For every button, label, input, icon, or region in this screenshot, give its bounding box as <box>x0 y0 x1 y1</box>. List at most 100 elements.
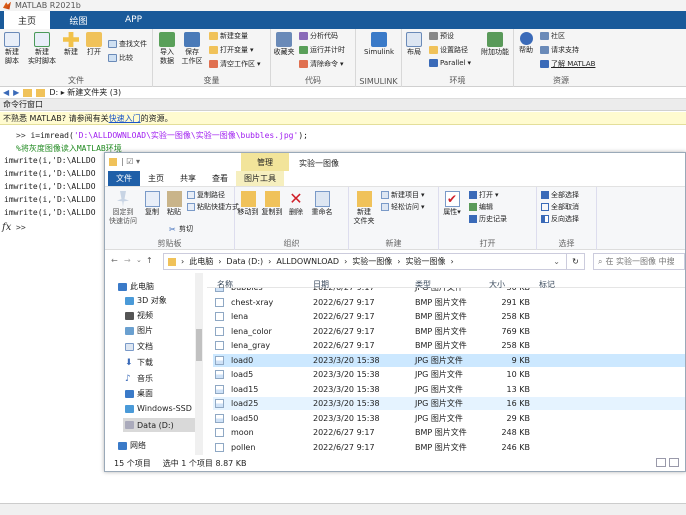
new-variable-button[interactable]: 新建变量 <box>209 31 248 41</box>
request-support-button[interactable]: 请求支持 <box>540 45 579 55</box>
easy-access-button[interactable]: 轻松访问 ▾ <box>381 202 425 212</box>
paste-button[interactable]: 粘贴 <box>165 191 183 217</box>
help-button[interactable]: 帮助 <box>516 32 536 55</box>
file-row[interactable]: load50 2023/3/20 15:38 JPG 图片文件 29 KB <box>213 412 685 425</box>
breadcrumb-item[interactable]: 实验一图像 <box>352 256 392 267</box>
file-row[interactable]: lena_color 2022/6/27 9:17 BMP 图片文件 769 KB <box>213 325 685 338</box>
details-view-icon[interactable] <box>656 458 666 467</box>
explorer-search-input[interactable]: ⌕ 在 实验一图像 中搜 <box>593 253 685 270</box>
tab-picture-tools[interactable]: 图片工具 <box>236 171 284 186</box>
refresh-button[interactable]: ↻ <box>567 253 585 270</box>
community-button[interactable]: 社区 <box>540 31 565 41</box>
nav-item-music[interactable]: ♪ 音乐 <box>125 373 153 384</box>
command-prompt[interactable]: >> <box>16 223 26 232</box>
forward-arrow-icon[interactable]: → <box>124 256 131 265</box>
file-row[interactable]: lena 2022/6/27 9:17 BMP 图片文件 258 KB <box>213 310 685 323</box>
large-icons-view-icon[interactable] <box>669 458 679 467</box>
clear-commands-button[interactable]: 清除命令 ▾ <box>299 59 344 69</box>
addons-button[interactable]: 附加功能 <box>480 32 510 57</box>
file-row[interactable]: load15 2023/3/20 15:38 JPG 图片文件 13 KB <box>213 383 685 396</box>
new-button[interactable]: 新建 <box>61 32 81 57</box>
tab-plots[interactable]: 绘图 <box>52 11 105 29</box>
nav-item-pictures[interactable]: 图片 <box>125 325 153 336</box>
nav-item-windows-ssd[interactable]: Windows-SSD <box>125 404 192 413</box>
nav-item-documents[interactable]: 文档 <box>125 341 153 352</box>
file-row[interactable]: pollen 2022/6/27 9:17 BMP 图片文件 246 KB <box>213 441 685 454</box>
copy-path-button[interactable]: 复制路径 <box>187 190 225 200</box>
open-button[interactable]: 打开 ▾ <box>469 190 499 200</box>
breadcrumb[interactable]: › 此电脑 › Data (D:) › ALLDOWNLOAD › 实验一图像 › 实验… <box>163 253 567 270</box>
run-and-time-button[interactable]: 运行并计时 <box>299 45 345 55</box>
copy-to-button[interactable]: 复制到 <box>261 191 283 217</box>
tab-apps[interactable]: APP <box>107 11 160 29</box>
nav-item-videos[interactable]: 视频 <box>125 310 153 321</box>
nav-item-network[interactable]: 网络 <box>118 440 146 451</box>
cut-button[interactable]: ✂ 剪切 <box>169 224 193 234</box>
nav-scrollbar-thumb[interactable] <box>196 329 202 361</box>
simulink-button[interactable]: Simulink <box>359 32 399 57</box>
copy-button[interactable]: 复制 <box>143 191 161 217</box>
file-row[interactable]: load25 2023/3/20 15:38 JPG 图片文件 16 KB <box>213 397 685 410</box>
learn-matlab-button[interactable]: 了解 MATLAB <box>540 59 595 69</box>
clear-workspace-button[interactable]: 清空工作区 ▾ <box>209 59 261 69</box>
properties-button[interactable]: ✔ 属性▾ <box>441 191 463 217</box>
new-folder-button[interactable]: 新建 文件夹 <box>351 191 377 226</box>
breadcrumb-item[interactable]: Data (D:) <box>226 257 263 266</box>
breadcrumb-item[interactable]: 此电脑 <box>189 256 213 267</box>
column-header-tags[interactable]: 标记 <box>539 279 555 290</box>
save-workspace-button[interactable]: 保存 工作区 <box>180 32 204 66</box>
preferences-button[interactable]: 预设 <box>429 31 454 41</box>
file-row[interactable]: load5 2023/3/20 15:38 JPG 图片文件 10 KB <box>213 368 685 381</box>
breadcrumb-item[interactable]: ALLDOWNLOAD <box>276 257 339 266</box>
quick-start-link[interactable]: 快速入门 <box>109 114 141 123</box>
file-row[interactable]: moon 2022/6/27 9:17 BMP 图片文件 248 KB <box>213 426 685 439</box>
address-dropdown-chevron-icon[interactable]: ⌄ <box>553 257 560 266</box>
new-live-script-button[interactable]: 新建 实时脚本 <box>26 32 58 66</box>
open-button[interactable]: 打开 <box>84 32 104 57</box>
invert-selection-button[interactable]: 反向选择 <box>541 214 579 224</box>
rename-button[interactable]: 重命名 <box>309 191 335 217</box>
nav-item-3d-objects[interactable]: 3D 对象 <box>125 295 167 306</box>
set-path-button[interactable]: 设置路径 <box>429 45 468 55</box>
column-header-type[interactable]: 类型 <box>415 279 431 290</box>
new-script-button[interactable]: 新建 脚本 <box>2 32 22 66</box>
nav-item-this-pc[interactable]: 此电脑 <box>118 281 154 292</box>
back-arrow-icon[interactable]: ← <box>111 256 118 265</box>
tab-view[interactable]: 查看 <box>204 171 236 186</box>
layout-button[interactable]: 布局 <box>404 32 424 57</box>
pin-quick-access-button[interactable]: 固定到 快速访问 <box>108 191 138 226</box>
select-all-button[interactable]: 全部选择 <box>541 190 579 200</box>
parallel-button[interactable]: Parallel ▾ <box>429 59 471 67</box>
compare-button[interactable]: 比较 <box>108 53 133 63</box>
up-folder-icon[interactable] <box>23 88 33 97</box>
recent-locations-chevron-icon[interactable]: ⌄ <box>136 256 142 264</box>
nav-item-downloads[interactable]: ⬇ 下载 <box>125 357 153 368</box>
open-variable-button[interactable]: 打开变量 ▾ <box>209 45 254 55</box>
breadcrumb-item[interactable]: 实验一图像 <box>405 256 445 267</box>
up-arrow-icon[interactable]: ↑ <box>146 256 153 265</box>
column-header-date[interactable]: 日期 <box>313 279 329 290</box>
tab-home[interactable]: 主页 <box>4 11 50 29</box>
file-row[interactable]: chest-xray 2022/6/27 9:17 BMP 图片文件 291 KB <box>213 296 685 309</box>
file-row[interactable]: load0 2023/3/20 15:38 JPG 图片文件 9 KB <box>213 353 685 367</box>
browse-folder-icon[interactable] <box>36 88 46 97</box>
tab-home[interactable]: 主页 <box>140 171 172 186</box>
import-data-button[interactable]: 导入 数据 <box>157 32 177 66</box>
nav-item-desktop[interactable]: 桌面 <box>125 388 153 399</box>
quick-access-toolbar[interactable]: | ☑ ▾ <box>121 157 140 166</box>
analyze-code-button[interactable]: 分析代码 <box>299 31 338 41</box>
tab-share[interactable]: 共享 <box>172 171 204 186</box>
column-header-size[interactable]: 大小 <box>489 279 505 290</box>
nav-item-data-drive[interactable]: Data (D:) <box>123 418 201 432</box>
nav-scrollbar[interactable] <box>195 273 203 455</box>
edit-button[interactable]: 编辑 <box>469 202 493 212</box>
current-folder-path[interactable]: D: ▸ 新建文件夹 (3) <box>49 87 121 98</box>
favorites-button[interactable]: 收藏夹 <box>273 32 295 57</box>
delete-button[interactable]: ✕ 删除 <box>287 191 305 217</box>
move-to-button[interactable]: 移动到 <box>237 191 259 217</box>
tab-file[interactable]: 文件 <box>108 171 140 186</box>
new-item-button[interactable]: 新建项目 ▾ <box>381 190 425 200</box>
file-row[interactable]: lena_gray 2022/6/27 9:17 BMP 图片文件 258 KB <box>213 339 685 352</box>
tab-manage[interactable]: 管理 <box>241 153 289 171</box>
history-button[interactable]: 历史记录 <box>469 214 507 224</box>
